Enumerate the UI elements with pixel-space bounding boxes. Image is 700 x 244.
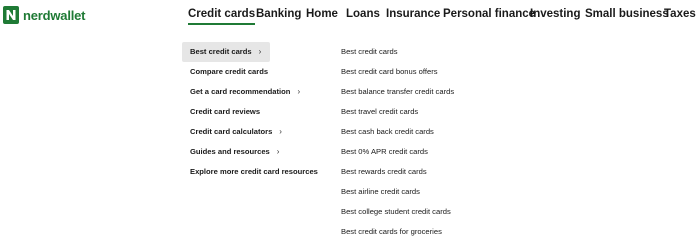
- link-best-credit-cards[interactable]: Best credit cards: [341, 42, 398, 62]
- category-credit-card-calculators[interactable]: Credit card calculators ›: [182, 122, 282, 142]
- category-label: Best credit cards: [190, 47, 252, 56]
- chevron-right-icon: ›: [276, 147, 280, 156]
- link-rewards[interactable]: Best rewards credit cards: [341, 162, 427, 182]
- category-explore-more-resources[interactable]: Explore more credit card resources: [182, 162, 318, 182]
- category-label: Credit card calculators: [190, 127, 273, 136]
- chevron-right-icon: ›: [258, 47, 262, 56]
- link-balance-transfer[interactable]: Best balance transfer credit cards: [341, 82, 454, 102]
- category-label: Explore more credit card resources: [190, 167, 318, 176]
- category-guides-and-resources[interactable]: Guides and resources ›: [182, 142, 279, 162]
- nerdwallet-logo-icon: [3, 6, 19, 24]
- category-credit-card-reviews[interactable]: Credit card reviews: [182, 102, 260, 122]
- link-college-student[interactable]: Best college student credit cards: [341, 202, 451, 222]
- chevron-right-icon: ›: [297, 87, 301, 96]
- category-label: Compare credit cards: [190, 67, 269, 76]
- brand-name: nerdwallet: [23, 7, 86, 23]
- category-compare-credit-cards[interactable]: Compare credit cards: [182, 62, 268, 82]
- link-airline[interactable]: Best airline credit cards: [341, 182, 420, 202]
- nav-personal-finance[interactable]: Personal finance: [443, 8, 535, 20]
- top-header: nerdwallet Credit cards Banking Home Loa…: [0, 0, 700, 32]
- nav-insurance[interactable]: Insurance: [386, 8, 440, 20]
- chevron-right-icon: ›: [279, 127, 282, 136]
- nav-loans[interactable]: Loans: [346, 8, 380, 20]
- nav-investing[interactable]: Investing: [530, 8, 580, 20]
- category-label: Guides and resources: [190, 147, 270, 156]
- link-cash-back[interactable]: Best cash back credit cards: [341, 122, 434, 142]
- nav-credit-cards[interactable]: Credit cards: [188, 8, 256, 25]
- link-bonus-offers[interactable]: Best credit card bonus offers: [341, 62, 438, 82]
- category-label: Get a card recommendation: [190, 87, 291, 96]
- nav-banking[interactable]: Banking: [256, 8, 301, 20]
- link-travel[interactable]: Best travel credit cards: [341, 102, 418, 122]
- link-groceries[interactable]: Best credit cards for groceries: [341, 222, 442, 242]
- nav-home[interactable]: Home: [306, 8, 338, 20]
- link-zero-apr[interactable]: Best 0% APR credit cards: [341, 142, 428, 162]
- nerdwallet-logo[interactable]: nerdwallet: [3, 6, 85, 24]
- category-label: Credit card reviews: [190, 107, 261, 116]
- nav-taxes[interactable]: Taxes: [664, 8, 696, 20]
- category-best-credit-cards[interactable]: Best credit cards ›: [182, 42, 270, 62]
- category-get-a-card-recommendation[interactable]: Get a card recommendation ›: [182, 82, 300, 102]
- nav-small-business[interactable]: Small business: [585, 8, 669, 20]
